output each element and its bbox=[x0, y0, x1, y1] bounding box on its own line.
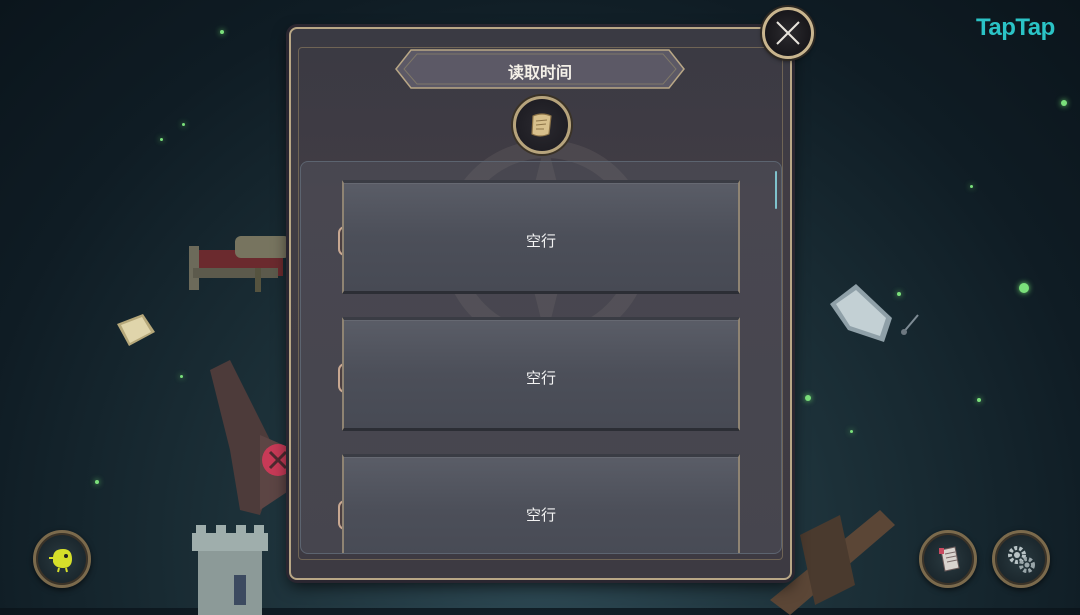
character-icon bbox=[49, 549, 72, 573]
floating-wedge bbox=[210, 360, 295, 515]
star bbox=[95, 480, 99, 484]
settings-button[interactable] bbox=[992, 530, 1050, 588]
load-dialog: 读取时间 1 空行 2 空行 3 空行 bbox=[289, 27, 792, 580]
close-icon bbox=[776, 21, 800, 45]
floating-book bbox=[830, 284, 892, 342]
dialog-title: 读取时间 bbox=[507, 63, 572, 82]
floating-bed bbox=[189, 236, 290, 292]
star bbox=[805, 395, 811, 401]
save-slot-1[interactable]: 空行 bbox=[342, 180, 740, 294]
scroll-icon bbox=[513, 96, 571, 154]
gear-icon bbox=[1008, 546, 1035, 573]
star bbox=[850, 430, 853, 433]
star bbox=[182, 123, 185, 126]
scrollbar-thumb[interactable] bbox=[775, 171, 777, 209]
star bbox=[1019, 283, 1029, 293]
slot-label: 空行 bbox=[525, 369, 556, 387]
slot-label: 空行 bbox=[525, 506, 556, 524]
star bbox=[160, 138, 163, 141]
star bbox=[220, 30, 224, 34]
star bbox=[897, 292, 901, 296]
character-button[interactable] bbox=[33, 530, 91, 588]
save-slot-3[interactable]: 空行 bbox=[342, 454, 740, 553]
title-text-wrap: 读取时间 bbox=[395, 49, 685, 89]
floating-stick bbox=[901, 314, 919, 335]
floating-tower bbox=[192, 525, 268, 615]
star bbox=[180, 375, 183, 378]
save-slot-list[interactable]: 1 空行 2 空行 3 空行 bbox=[300, 161, 782, 554]
slot-label: 空行 bbox=[525, 232, 556, 250]
notebook-button[interactable] bbox=[919, 530, 977, 588]
star bbox=[977, 398, 981, 402]
floating-book bbox=[117, 314, 155, 346]
notebook-icon bbox=[939, 546, 960, 572]
save-slot-2[interactable]: 空行 bbox=[342, 317, 740, 431]
close-button[interactable] bbox=[762, 7, 814, 59]
taptap-logo: TapTap bbox=[976, 14, 1055, 41]
star bbox=[970, 185, 973, 188]
star bbox=[1061, 100, 1067, 106]
